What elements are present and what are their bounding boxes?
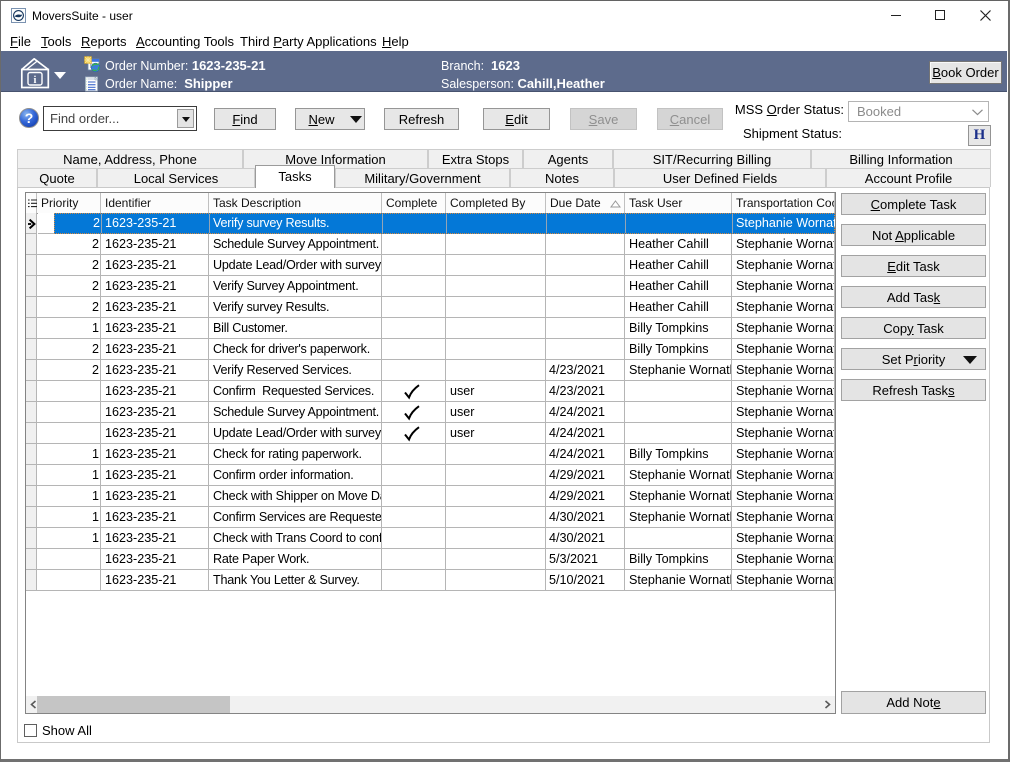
svg-text:i: i: [34, 75, 37, 86]
